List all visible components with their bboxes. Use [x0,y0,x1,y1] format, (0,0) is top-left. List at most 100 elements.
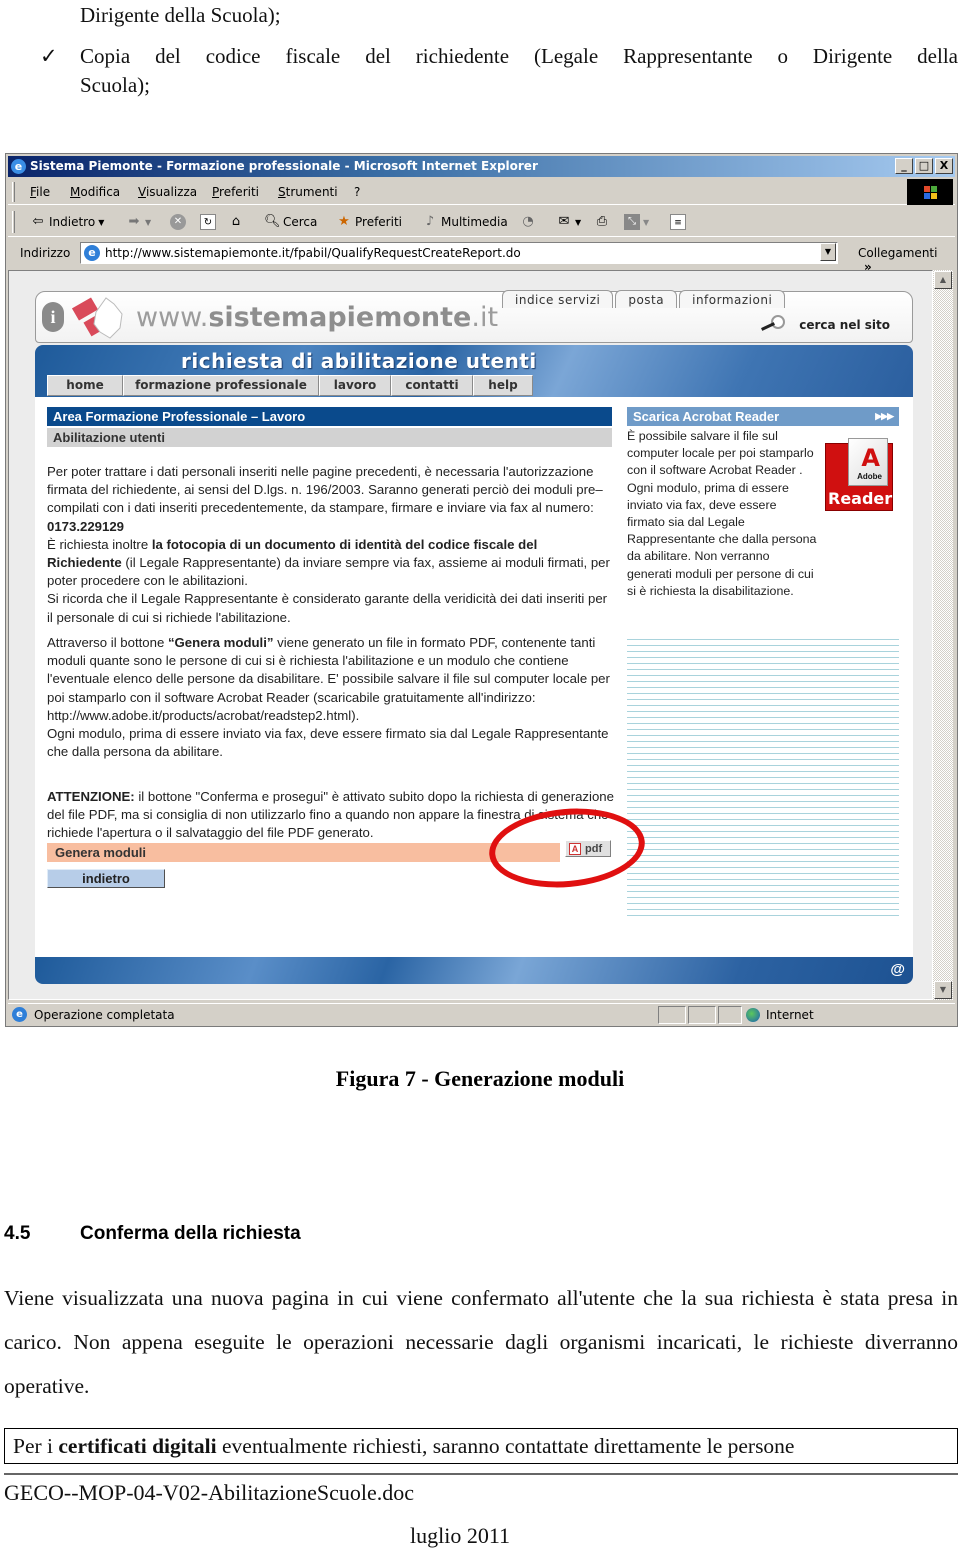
address-input[interactable]: e http://www.sistemapiemonte.it/fpabil/Q… [80,242,838,264]
page-content: Area Formazione Professionale – Lavoro A… [35,397,913,957]
edit-icon: ⤡ [624,214,640,230]
scroll-up-arrow-icon[interactable]: ▲ [934,271,952,289]
window-title: Sistema Piemonte - Formazione profession… [30,159,538,173]
arrows-icon: ▶▶▶ [875,411,894,421]
menu-visualizza[interactable]: Visualizza [138,185,197,199]
search-button[interactable]: 🔍︎ Cerca [264,214,317,230]
nav-contatti[interactable]: contatti [391,375,473,396]
discuss-button[interactable]: ≡ [670,214,686,230]
brand-suffix: .it [471,302,499,333]
bullet-text-continued: Scuola); [80,73,150,97]
magnifier-icon [759,315,786,331]
privacy-paragraph: Per poter trattare i dati personali inse… [47,463,615,627]
vertical-scrollbar[interactable]: ▲ ▼ [933,270,953,1000]
media-label: Multimedia [441,215,508,229]
adobe-a-glyph: A [861,444,880,472]
back-button[interactable]: ⇦ Indietro ▼ [30,214,105,230]
menu-help[interactable]: ? [354,185,360,199]
section-title: Conferma della richiesta [80,1223,301,1244]
text-span: Per i [13,1434,59,1458]
maximize-button[interactable]: □ [915,158,933,174]
dropdown-icon: ▼ [575,217,582,227]
footer-divider [4,1473,958,1475]
decorative-lines [627,635,899,917]
browser-window-screenshot: e Sistema Piemonte - Formazione professi… [5,153,958,1027]
refresh-button[interactable]: ↻ [200,214,216,230]
email-icon[interactable]: @ [890,961,905,978]
banner-title: richiesta di abilitazione utenti [181,349,537,373]
genera-moduli-button[interactable]: Genera moduli [47,843,560,862]
mail-button[interactable]: ✉ ▼ [556,214,582,230]
sidebar-title: Scarica Acrobat Reader [633,409,780,424]
nav-lavoro[interactable]: lavoro [319,375,391,396]
adobe-reader-icon[interactable]: A Adobe Reader [825,438,893,511]
acrobat-download-link[interactable]: Scarica Acrobat Reader ▶▶▶ [627,407,899,426]
note-box: Per i certificati digitali eventualmente… [4,1428,958,1464]
edit-button[interactable]: ⤡ ▼ [624,214,649,230]
windows-logo-icon [907,179,953,205]
standard-toolbar: ⇦ Indietro ▼ ➡ ▼ ✕ ↻ ⌂ 🔍︎ Cerca ★ Prefer… [8,207,955,237]
address-url: http://www.sistemapiemonte.it/fpabil/Qua… [105,246,521,260]
reader-badge-top: Adobe [857,472,882,481]
indietro-button[interactable]: indietro [47,869,165,888]
site-search-link[interactable]: cerca nel sito [759,315,890,332]
address-label: Indirizzo [20,246,71,260]
status-bar: e Operazione completata Internet [8,1003,955,1025]
section-number: 4.5 [4,1223,31,1244]
fax-number: 0173.229129 [47,518,125,534]
tab-informazioni[interactable]: informazioni [679,290,786,308]
tab-indice-servizi[interactable]: indice servizi [502,290,614,308]
genera-info-paragraph: Attraverso il bottone “Genera moduli” vi… [47,634,615,761]
page-icon: e [84,245,100,261]
menu-preferiti[interactable]: Preferiti [212,185,259,199]
media-button[interactable]: ♪ Multimedia [422,214,508,230]
print-icon: ⎙ [596,214,608,229]
menu-file[interactable]: File [30,185,50,199]
nav-help[interactable]: help [473,375,533,396]
dropdown-icon: ▼ [98,217,105,227]
zone-label: Internet [766,1008,814,1022]
minimize-button[interactable]: _ [895,158,913,174]
print-button[interactable]: ⎙ [594,214,610,230]
media-icon: ♪ [425,214,435,229]
menu-bar: File Modifica Visualizza Preferiti Strum… [8,179,955,205]
text-span: Ogni modulo, prima di essere inviato via… [47,726,609,760]
home-button[interactable]: ⌂ [228,214,244,230]
tab-posta[interactable]: posta [615,290,678,308]
links-label: Collegamenti [858,246,938,260]
toolbar-grip [12,182,15,202]
favorites-label: Preferiti [355,215,402,229]
page-viewport: i www.sistemapiemonte.it indice servizi … [8,270,933,1000]
close-button[interactable]: X [935,158,953,174]
warning-label: ATTENZIONE: [47,789,135,804]
search-icon: 🔍︎ [264,214,281,229]
section-subtitle: Abilitazione utenti [47,428,612,447]
menu-strumenti[interactable]: Strumenti [278,185,338,199]
section-heading: 4.5 Conferma della richiesta [4,1223,301,1245]
area-title: Area Formazione Professionale – Lavoro [47,407,612,426]
address-bar: Indirizzo e http://www.sistemapiemonte.i… [8,239,955,274]
text-span: Attraverso il bottone [47,635,168,650]
address-dropdown-button[interactable]: ▼ [820,243,836,261]
nav-formazione-professionale[interactable]: formazione professionale [123,375,319,396]
nav-home[interactable]: home [47,375,123,396]
site-top-tabs: indice servizi posta informazioni [502,290,786,308]
forward-button[interactable]: ➡ ▼ [126,214,152,230]
status-panel [658,1006,686,1024]
favorites-button[interactable]: ★ Preferiti [336,214,402,230]
menu-modifica[interactable]: Modifica [70,185,120,199]
forward-arrow-icon: ➡ [128,214,140,229]
body-paragraph: Viene visualizzata una nuova pagina in c… [4,1286,958,1398]
mail-icon: ✉ [558,214,570,229]
history-button[interactable]: ◔ [520,214,536,230]
checkmark-icon: ✓ [40,44,58,68]
stop-button[interactable]: ✕ [170,214,186,230]
info-icon[interactable]: i [42,302,64,332]
site-nav: home formazione professionale lavoro con… [47,375,533,396]
title-bar: e Sistema Piemonte - Formazione professi… [8,156,955,177]
scroll-down-arrow-icon[interactable]: ▼ [934,981,952,999]
stop-icon: ✕ [170,214,186,230]
page-icon: e [12,1007,27,1022]
globe-icon [746,1008,760,1022]
brand-prefix: www. [136,302,209,333]
